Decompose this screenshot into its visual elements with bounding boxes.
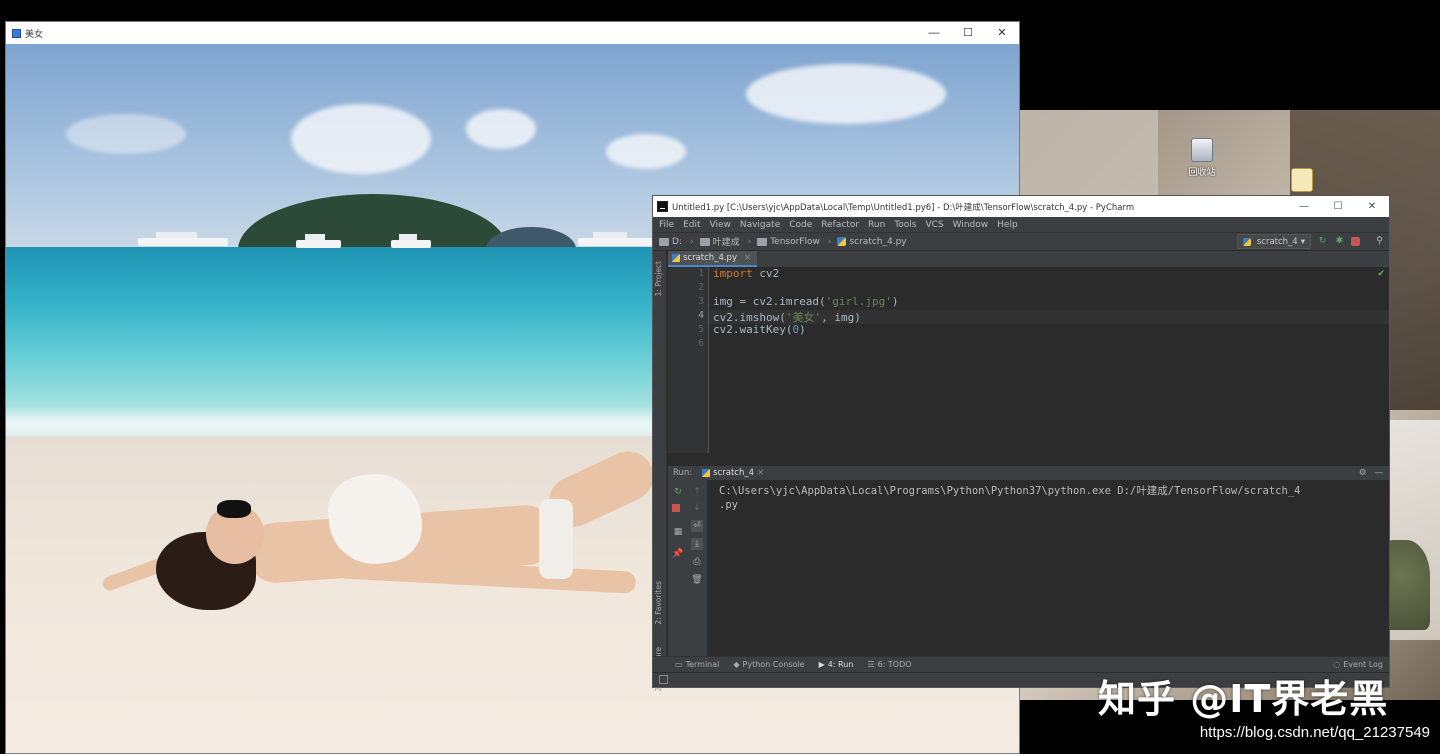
run-console[interactable]: ↻ ▦ 📌 ↑ ↓ ⏎ ⤓ ⎙ 🗑 C:\Users\yjc\AppData\L… — [668, 480, 1389, 656]
pycharm-titlebar[interactable]: Untitled1.py [C:\Users\yjc\AppData\Local… — [653, 196, 1389, 217]
menu-run[interactable]: Run — [868, 220, 885, 230]
menu-bar: File Edit View Navigate Code Refactor Ru… — [653, 217, 1389, 232]
minimize-button[interactable]: — — [917, 22, 951, 44]
menu-window[interactable]: Window — [953, 220, 989, 230]
terminal-icon: ▭ — [675, 660, 683, 669]
close-tab-icon[interactable]: × — [757, 468, 764, 478]
python-file-icon — [702, 469, 711, 477]
tab-scratch-4[interactable]: scratch_4.py × — [668, 251, 758, 267]
minimize-button[interactable]: — — [1287, 201, 1321, 212]
pin-icon[interactable]: 📌 — [672, 548, 684, 560]
folder-icon — [699, 237, 710, 246]
tool-favorites[interactable]: 2: Favorites — [654, 581, 663, 625]
print-icon[interactable]: ⎙ — [691, 556, 703, 568]
editor-tabs: scratch_4.py × — [668, 251, 1389, 267]
run-icon: ▶ — [818, 660, 825, 669]
image-window-title: 美女 — [25, 28, 44, 39]
menu-tools[interactable]: Tools — [894, 220, 916, 230]
image-window-titlebar[interactable]: 美女 — ☐ ✕ — [6, 22, 1019, 44]
breadcrumb-file[interactable]: scratch_4.py — [837, 237, 907, 247]
pycharm-window[interactable]: Untitled1.py [C:\Users\yjc\AppData\Local… — [653, 196, 1389, 692]
breadcrumb: D: › 叶建成 › TensorFlow › scratch_4.py scr… — [653, 232, 1389, 251]
run-tab[interactable]: scratch_4 × — [702, 468, 764, 478]
rerun-icon[interactable]: ↻ — [672, 486, 684, 498]
tool-project[interactable]: 1: Project — [654, 261, 663, 296]
code-line-1: import cv2 — [713, 267, 780, 280]
run-toolbar: ↻ ▦ 📌 ↑ ↓ ⏎ ⤓ ⎙ 🗑 — [668, 480, 708, 656]
todo-icon: ☰ — [867, 660, 875, 669]
stop-icon[interactable] — [672, 504, 680, 512]
tab-terminal[interactable]: ▭ Terminal — [675, 660, 719, 669]
line-gutter: 1 2 3 4 5 6 — [668, 267, 709, 453]
run-panel-header: Run: scratch_4 × ⚙ — — [668, 466, 1389, 480]
breadcrumb-tensorflow[interactable]: TensorFlow — [757, 237, 820, 247]
down-arrow-icon[interactable]: ↓ — [691, 502, 703, 514]
breadcrumb-drive[interactable]: D: — [659, 237, 682, 247]
trash-icon[interactable]: 🗑 — [691, 574, 703, 586]
tab-run[interactable]: ▶ 4: Run — [819, 660, 854, 669]
close-button[interactable]: ✕ — [1355, 201, 1389, 212]
python-file-icon — [672, 254, 680, 262]
python-console-icon: ◆ — [733, 660, 740, 669]
tab-python-console[interactable]: ◆ Python Console — [733, 660, 804, 669]
pycharm-logo-icon — [657, 201, 668, 212]
soft-wrap-icon[interactable]: ⏎ — [691, 520, 703, 532]
code-line-3: img = cv2.imread('girl.jpg') — [713, 295, 899, 308]
search-icon[interactable]: ⚲ — [1374, 236, 1385, 247]
tab-todo[interactable]: ☰ 6: TODO — [867, 660, 911, 669]
breadcrumb-folder[interactable]: 叶建成 — [699, 235, 740, 248]
scroll-to-end-icon[interactable]: ⤓ — [691, 538, 703, 550]
python-file-icon — [1242, 237, 1251, 246]
pycharm-title: Untitled1.py [C:\Users\yjc\AppData\Local… — [672, 202, 1135, 213]
maximize-button[interactable]: ☐ — [1321, 201, 1355, 212]
chevron-down-icon: ▾ — [1300, 236, 1305, 247]
python-file-icon — [837, 237, 847, 246]
inspection-ok-icon: ✔ — [1377, 269, 1385, 279]
menu-help[interactable]: Help — [997, 220, 1018, 230]
folder-icon — [659, 237, 669, 246]
debug-icon[interactable]: ✱ — [1334, 236, 1345, 247]
maximize-button[interactable]: ☐ — [951, 22, 985, 44]
menu-edit[interactable]: Edit — [683, 220, 700, 230]
document-icon — [1291, 168, 1313, 192]
status-toggle-icon[interactable] — [659, 675, 668, 684]
up-arrow-icon[interactable]: ↑ — [691, 486, 703, 498]
close-button[interactable]: ✕ — [985, 22, 1019, 44]
menu-code[interactable]: Code — [789, 220, 812, 230]
source-url: https://blog.csdn.net/qq_21237549 — [1199, 724, 1430, 741]
close-tab-icon[interactable]: × — [744, 253, 751, 263]
menu-refactor[interactable]: Refactor — [821, 220, 859, 230]
console-output: C:\Users\yjc\AppData\Local\Programs\Pyth… — [719, 485, 1301, 511]
menu-file[interactable]: File — [659, 220, 674, 230]
left-tool-strip: 1: Project 2: Favorites 2: Structure — [653, 251, 667, 692]
screen: 回收站 美女 — ☐ ✕ Untitled1.py [C:\Users\yjc\… — [0, 0, 1440, 754]
rerun-icon[interactable]: ↻ — [1317, 236, 1328, 247]
code-line-5: cv2.waitKey(0) — [713, 323, 806, 336]
folder-icon — [757, 237, 768, 246]
code-editor[interactable]: 1 2 3 4 5 6 ✔ import cv2 img = cv2.imrea… — [668, 267, 1389, 453]
menu-vcs[interactable]: VCS — [925, 220, 943, 230]
menu-view[interactable]: View — [710, 220, 731, 230]
menu-navigate[interactable]: Navigate — [740, 220, 780, 230]
desktop-icon-document[interactable] — [1276, 168, 1328, 195]
desktop-icon-recycle-bin[interactable]: 回收站 — [1176, 138, 1228, 178]
recycle-bin-icon — [1191, 138, 1213, 162]
stop-icon[interactable] — [1351, 237, 1360, 246]
app-icon — [12, 28, 21, 38]
run-config-select[interactable]: scratch_4 ▾ — [1236, 234, 1311, 249]
gear-icon[interactable]: ⚙ — [1359, 468, 1367, 478]
watermark: 知乎 @IT界老黑 — [1098, 677, 1389, 721]
layout-icon[interactable]: ▦ — [672, 526, 684, 538]
hide-panel-icon[interactable]: — — [1375, 468, 1384, 478]
